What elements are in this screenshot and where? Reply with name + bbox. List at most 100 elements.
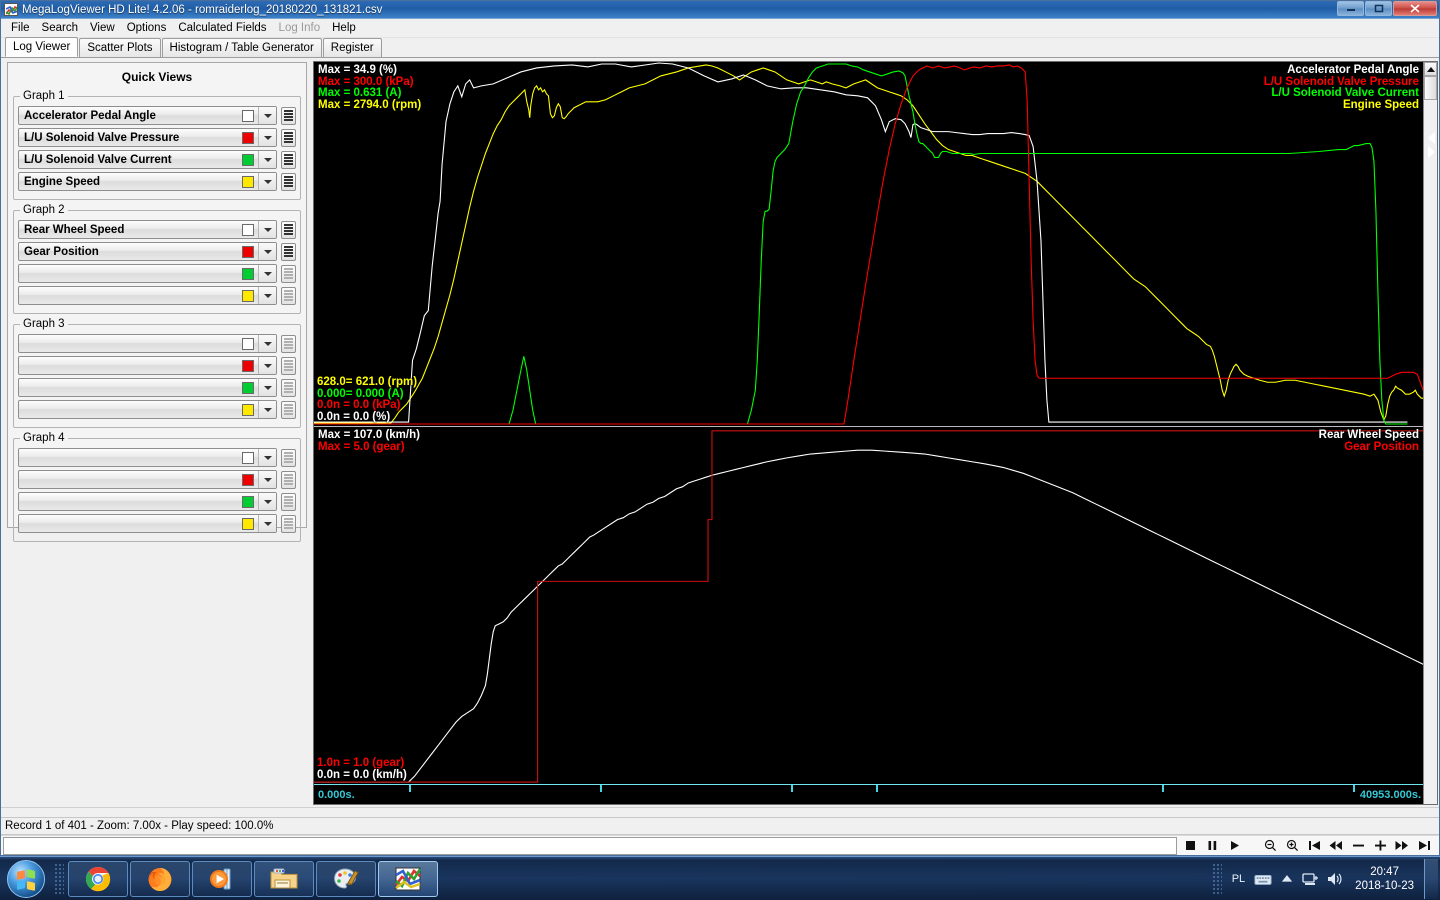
tab-histogram-table-generator[interactable]: Histogram / Table Generator: [162, 38, 322, 57]
channel-select-g4-2[interactable]: [18, 470, 277, 489]
color-swatch-yellow[interactable]: [242, 176, 254, 188]
channel-menu-button-g4-3[interactable]: [281, 493, 296, 511]
channel-menu-button-g3-2[interactable]: [281, 357, 296, 375]
decrease-button[interactable]: [1347, 837, 1369, 855]
channel-select-g3-3[interactable]: [18, 378, 277, 397]
channel-select-g2-4[interactable]: [18, 286, 277, 305]
channel-menu-button-g3-4[interactable]: [281, 401, 296, 419]
stop-button[interactable]: [1179, 837, 1201, 855]
pause-button[interactable]: [1201, 837, 1223, 855]
menu-help[interactable]: Help: [326, 20, 362, 36]
chevron-down-icon[interactable]: [258, 221, 276, 238]
channel-menu-button-g1-1[interactable]: [281, 107, 296, 125]
show-desktop-button[interactable]: [1424, 859, 1438, 899]
chevron-down-icon[interactable]: [258, 287, 276, 304]
menu-file[interactable]: File: [5, 20, 36, 36]
color-swatch-yellow[interactable]: [242, 290, 254, 302]
chevron-down-icon[interactable]: [258, 357, 276, 374]
color-swatch-yellow[interactable]: [242, 518, 254, 530]
increase-button[interactable]: [1369, 837, 1391, 855]
close-button[interactable]: [1393, 1, 1437, 16]
color-swatch-yellow[interactable]: [242, 404, 254, 416]
color-swatch-red[interactable]: [242, 132, 254, 144]
color-swatch-white[interactable]: [242, 452, 254, 464]
tab-scatter-plots[interactable]: Scatter Plots: [79, 38, 160, 57]
scroll-thumb[interactable]: [1424, 76, 1437, 100]
chevron-down-icon[interactable]: [258, 129, 276, 146]
channel-menu-button-g1-4[interactable]: [281, 173, 296, 191]
time-axis[interactable]: 0.000s. 40953.000s.: [314, 784, 1437, 804]
play-button[interactable]: [1223, 837, 1245, 855]
color-swatch-green[interactable]: [242, 496, 254, 508]
legend-expand-right-icon[interactable]: [1428, 146, 1435, 158]
channel-menu-button-g3-1[interactable]: [281, 335, 296, 353]
channel-select-g1-4[interactable]: Engine Speed: [18, 172, 277, 191]
channel-menu-button-g1-3[interactable]: [281, 151, 296, 169]
channel-select-g1-3[interactable]: L/U Solenoid Valve Current: [18, 150, 277, 169]
tab-register[interactable]: Register: [323, 38, 382, 57]
start-button[interactable]: [2, 859, 50, 899]
taskbar-megalogviewer[interactable]: [378, 861, 438, 897]
color-swatch-white[interactable]: [242, 110, 254, 122]
tab-log-viewer[interactable]: Log Viewer: [5, 37, 78, 57]
taskbar-media-player[interactable]: [192, 861, 252, 897]
color-swatch-red[interactable]: [242, 360, 254, 372]
network-icon[interactable]: [1302, 870, 1320, 888]
channel-menu-button-g2-4[interactable]: [281, 287, 296, 305]
graph-2-plot[interactable]: Max = 107.0 (km/h) Max = 5.0 (gear) 1.0n…: [314, 427, 1437, 784]
scroll-up-button[interactable]: [1424, 62, 1437, 76]
zoom-out-button[interactable]: [1259, 837, 1281, 855]
taskbar-paint[interactable]: [316, 861, 376, 897]
menu-search[interactable]: Search: [36, 20, 84, 36]
menu-options[interactable]: Options: [121, 20, 173, 36]
channel-select-g3-2[interactable]: [18, 356, 277, 375]
zoom-in-button[interactable]: [1281, 837, 1303, 855]
chevron-down-icon[interactable]: [258, 493, 276, 510]
graph-1-plot[interactable]: Max = 34.9 (%) Max = 300.0 (kPa) Max = 0…: [314, 62, 1437, 427]
channel-select-g4-3[interactable]: [18, 492, 277, 511]
color-swatch-red[interactable]: [242, 474, 254, 486]
channel-menu-button-g4-4[interactable]: [281, 515, 296, 533]
channel-menu-button-g2-1[interactable]: [281, 221, 296, 239]
chevron-down-icon[interactable]: [258, 335, 276, 352]
chevron-down-icon[interactable]: [258, 515, 276, 532]
channel-menu-button-g4-1[interactable]: [281, 449, 296, 467]
menu-view[interactable]: View: [84, 20, 121, 36]
color-swatch-green[interactable]: [242, 382, 254, 394]
tray-language-indicator[interactable]: PL: [1232, 873, 1245, 885]
chevron-down-icon[interactable]: [258, 151, 276, 168]
channel-menu-button-g1-2[interactable]: [281, 129, 296, 147]
rewind-button[interactable]: [1325, 837, 1347, 855]
channel-menu-button-g3-3[interactable]: [281, 379, 296, 397]
channel-select-g1-1[interactable]: Accelerator Pedal Angle: [18, 106, 277, 125]
chevron-down-icon[interactable]: [258, 379, 276, 396]
skip-to-end-button[interactable]: [1413, 837, 1435, 855]
channel-select-g2-2[interactable]: Gear Position: [18, 242, 277, 261]
chevron-down-icon[interactable]: [258, 173, 276, 190]
color-swatch-white[interactable]: [242, 338, 254, 350]
channel-select-g2-3[interactable]: [18, 264, 277, 283]
channel-select-g3-4[interactable]: [18, 400, 277, 419]
legend-collapse-left-icon[interactable]: [1428, 132, 1435, 144]
skip-to-start-button[interactable]: [1303, 837, 1325, 855]
clock[interactable]: 20:47 2018-10-23: [1355, 865, 1414, 893]
minimize-button[interactable]: [1337, 1, 1364, 16]
taskbar-grip[interactable]: [54, 863, 64, 895]
color-swatch-green[interactable]: [242, 154, 254, 166]
color-swatch-white[interactable]: [242, 224, 254, 236]
chevron-down-icon[interactable]: [258, 401, 276, 418]
channel-select-g4-4[interactable]: [18, 514, 277, 533]
channel-select-g2-1[interactable]: Rear Wheel Speed: [18, 220, 277, 239]
taskbar-explorer[interactable]: [254, 861, 314, 897]
graph-vertical-scrollbar[interactable]: [1423, 62, 1437, 804]
channel-menu-button-g2-3[interactable]: [281, 265, 296, 283]
color-swatch-green[interactable]: [242, 268, 254, 280]
chevron-down-icon[interactable]: [258, 471, 276, 488]
chevron-down-icon[interactable]: [258, 265, 276, 282]
fast-forward-button[interactable]: [1391, 837, 1413, 855]
channel-menu-button-g4-2[interactable]: [281, 471, 296, 489]
taskbar-chrome[interactable]: [68, 861, 128, 897]
chevron-down-icon[interactable]: [258, 243, 276, 260]
chevron-down-icon[interactable]: [258, 107, 276, 124]
tray-grip[interactable]: [1212, 863, 1222, 895]
